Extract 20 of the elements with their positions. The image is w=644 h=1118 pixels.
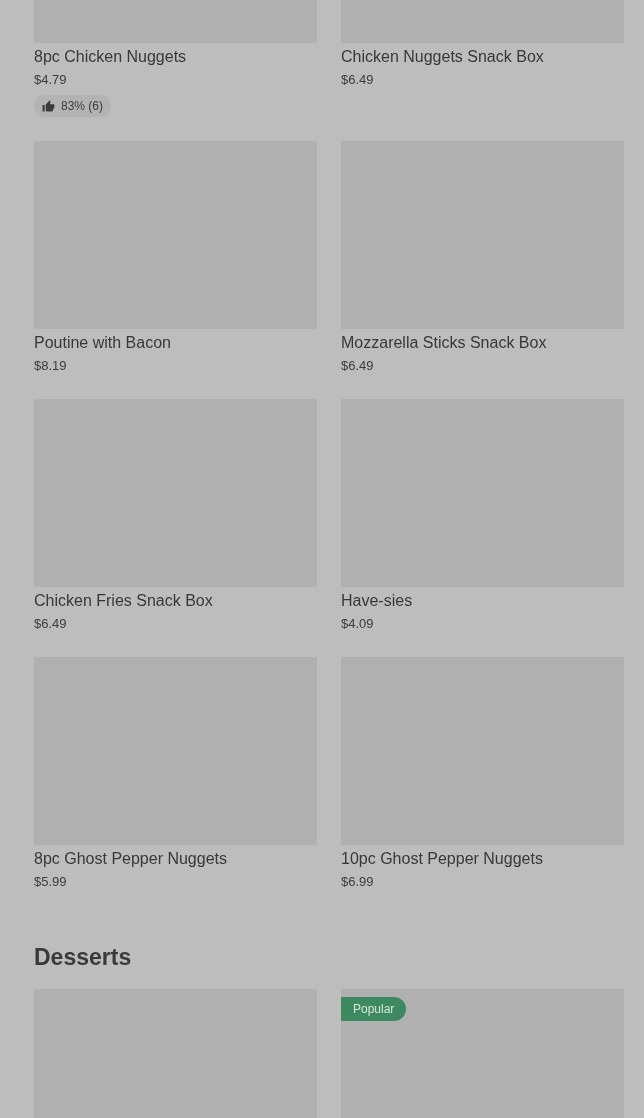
item-price: $4.79 xyxy=(34,71,67,89)
item-price: $6.49 xyxy=(341,357,374,375)
item-name[interactable]: 8pc Chicken Nuggets xyxy=(34,47,187,67)
item-price: $4.09 xyxy=(341,615,374,633)
item-name[interactable]: Chicken Fries Snack Box xyxy=(34,591,213,611)
item-price: $6.49 xyxy=(341,71,374,89)
item-price: $5.99 xyxy=(34,873,67,891)
thumbs-up-icon xyxy=(42,99,55,113)
item-name[interactable]: Have-sies xyxy=(341,591,413,611)
item-price: $6.99 xyxy=(341,873,374,891)
item-name[interactable]: 10pc Ghost Pepper Nuggets xyxy=(341,849,543,869)
rating-text: 83% (6) xyxy=(61,99,104,113)
popular-tag: Popular xyxy=(341,997,407,1021)
item-name[interactable]: 8pc Ghost Pepper Nuggets xyxy=(34,849,227,869)
item-price: $6.49 xyxy=(34,615,67,633)
section-heading: Desserts xyxy=(34,943,133,972)
item-name[interactable]: Poutine with Bacon xyxy=(34,333,171,353)
item-price: $8.19 xyxy=(34,357,67,375)
item-name[interactable]: Mozzarella Sticks Snack Box xyxy=(341,333,547,353)
item-name[interactable]: Chicken Nuggets Snack Box xyxy=(341,47,544,67)
